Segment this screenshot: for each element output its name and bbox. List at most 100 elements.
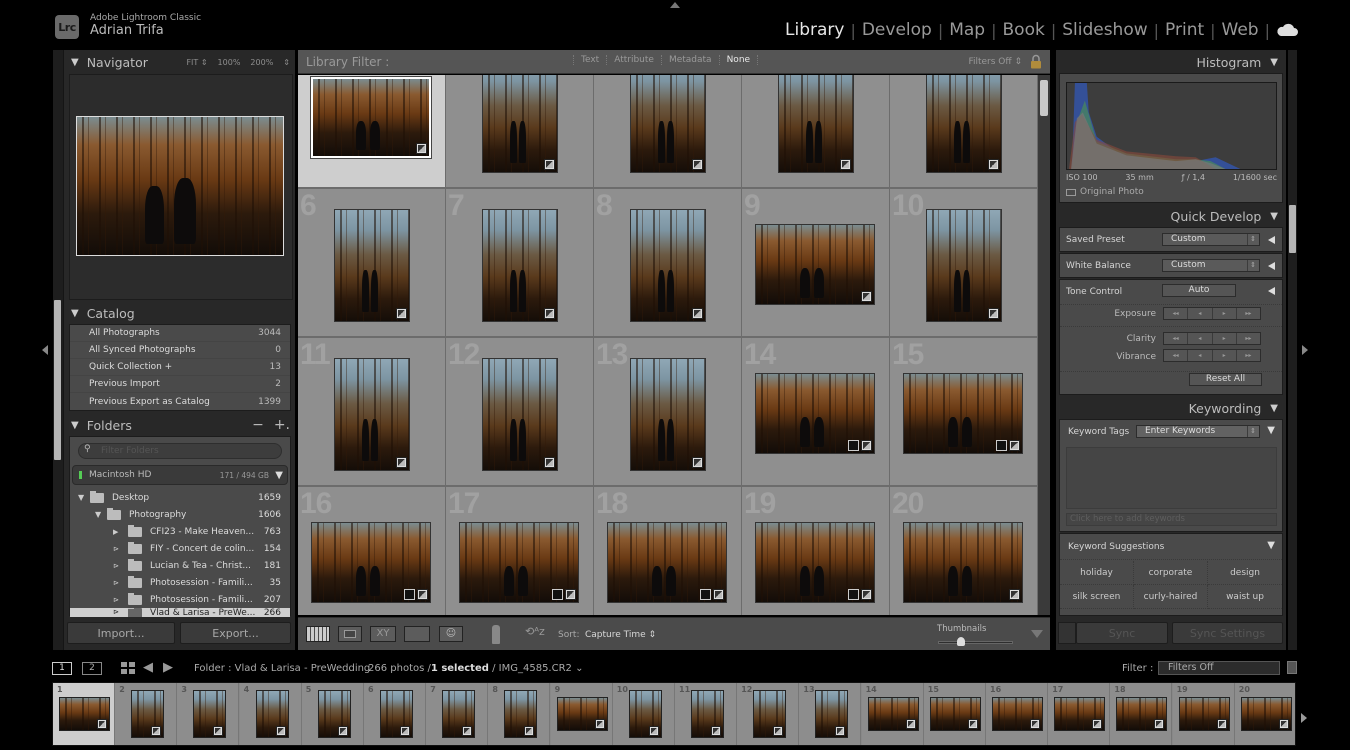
sort-select[interactable]: Capture Time ⇕ [585, 630, 656, 640]
grid-cell[interactable] [594, 75, 742, 189]
right-panel-toggle-icon[interactable] [1302, 345, 1308, 355]
photo-thumbnail[interactable] [903, 522, 1023, 603]
zoom-fit[interactable]: FIT ⇕ [186, 58, 207, 67]
filmstrip-thumbnail[interactable] [193, 690, 227, 738]
folder-item[interactable]: ⊳ Photosession - Famili... 35 [70, 574, 290, 591]
saved-preset-select[interactable]: Custom [1162, 233, 1260, 246]
filmstrip-thumbnail[interactable] [317, 690, 351, 738]
filmstrip-cell[interactable]: 6 [364, 683, 426, 745]
folder-filter-input[interactable]: Filter Folders [78, 443, 282, 459]
filmstrip-thumbnail[interactable] [1178, 697, 1230, 731]
folder-item[interactable]: ▼ Photography 1606 [70, 506, 290, 523]
photo-thumbnail[interactable] [926, 209, 1002, 322]
module-map[interactable]: Map [949, 20, 985, 40]
photo-thumbnail[interactable] [630, 75, 706, 173]
cloud-icon[interactable] [1276, 23, 1298, 37]
grid-scrollbar[interactable] [1038, 75, 1050, 615]
grid-cell[interactable]: 7 [446, 189, 594, 338]
photo-thumbnail[interactable] [311, 522, 431, 603]
keyword-suggestion[interactable]: silk screen [1060, 585, 1134, 609]
clarity-decrease[interactable]: ◂ [1188, 333, 1213, 344]
grid-cell[interactable]: 19 [742, 487, 890, 615]
clarity-increase-large[interactable]: ▸▸ [1236, 333, 1260, 344]
photo-thumbnail[interactable] [630, 358, 706, 471]
filmstrip-cell[interactable]: 17 [1048, 683, 1111, 745]
expand-arrow-icon[interactable] [1268, 236, 1275, 244]
folder-item[interactable]: ▶ CFI23 - Make Heaven... 763 [70, 523, 290, 540]
filmstrip-thumbnail[interactable] [992, 697, 1043, 731]
filter-tab-none[interactable]: None [718, 55, 759, 65]
expand-arrow-icon[interactable] [1268, 287, 1275, 295]
catalog-item[interactable]: All Photographs 3044 [70, 325, 290, 342]
checkbox-icon[interactable] [1066, 188, 1076, 196]
grid-cell[interactable]: 10 [890, 189, 1038, 338]
filmstrip-source[interactable]: Folder : Vlad & Larisa - PreWedding [194, 663, 370, 674]
clarity-increase[interactable]: ▸ [1212, 333, 1237, 344]
expand-triangle-icon[interactable]: ▼ [1267, 540, 1275, 551]
sync-settings-button[interactable]: Sync Settings [1172, 622, 1283, 644]
folder-item[interactable]: ⊳ FIY - Concert de colin... 154 [70, 540, 290, 557]
filmstrip-thumbnail[interactable] [753, 690, 787, 738]
filmstrip-thumbnail[interactable] [380, 690, 413, 738]
zoom-200[interactable]: 200% [250, 58, 273, 67]
zoom-more[interactable]: ⇕ [283, 58, 290, 67]
survey-view-button[interactable] [404, 626, 430, 642]
expand-arrow-icon[interactable] [1268, 262, 1275, 270]
folder-expander-icon[interactable]: ⊳ [113, 579, 128, 587]
filmstrip-thumbnail[interactable] [867, 697, 919, 731]
vibrance-decrease-large[interactable]: ◂◂ [1164, 350, 1189, 361]
auto-sync-toggle[interactable] [1058, 622, 1076, 644]
exposure-decrease[interactable]: ◂ [1188, 308, 1213, 319]
folders-header[interactable]: ▼ Folders − +. [64, 414, 296, 436]
module-slideshow[interactable]: Slideshow [1062, 20, 1147, 40]
filmstrip-cell[interactable]: 7 [426, 683, 489, 745]
painter-icon[interactable] [492, 625, 500, 644]
histogram-header[interactable]: Histogram ▼ [1056, 51, 1286, 73]
filmstrip-cell[interactable]: 13 [799, 683, 862, 745]
folder-item-selected[interactable]: ⊳ Vlad & Larisa - PreWe... 266 [70, 608, 290, 617]
module-develop[interactable]: Develop [862, 20, 932, 40]
folder-expander-icon[interactable]: ▼ [95, 510, 107, 519]
folder-item[interactable]: ⊳ Photosession - Famili... 207 [70, 591, 290, 608]
photo-thumbnail[interactable] [755, 224, 875, 305]
sync-button[interactable]: Sync [1076, 622, 1168, 644]
secondary-window-button[interactable]: 2 [82, 662, 102, 675]
catalog-item[interactable]: Previous Export as Catalog 1399 [70, 393, 290, 410]
folder-expander-icon[interactable]: ⊳ [113, 545, 128, 553]
filmstrip-cell[interactable]: 19 [1172, 683, 1235, 745]
right-panel-scroll-thumb[interactable] [1289, 205, 1296, 253]
main-window-button[interactable]: 1 [52, 662, 72, 675]
module-print[interactable]: Print [1165, 20, 1204, 40]
filmstrip-cell[interactable]: 16 [986, 683, 1048, 745]
filmstrip-cell[interactable]: 2 [115, 683, 178, 745]
filmstrip-filter-lock[interactable] [1287, 661, 1297, 674]
filmstrip-thumbnail[interactable] [1116, 697, 1168, 731]
compare-view-button[interactable]: XY [370, 626, 396, 642]
grid-cell[interactable]: 15 [890, 338, 1038, 487]
filmstrip-thumbnail[interactable] [131, 690, 165, 738]
photo-thumbnail[interactable] [334, 209, 410, 322]
filmstrip-thumbnail[interactable] [442, 690, 476, 738]
left-panel-toggle-icon[interactable] [42, 345, 48, 355]
grid-cell[interactable]: 17 [446, 487, 594, 615]
photo-thumbnail[interactable] [630, 209, 706, 322]
volume-row[interactable]: Macintosh HD 171 / 494 GB ▼ [72, 465, 288, 485]
photo-thumbnail[interactable] [755, 522, 875, 603]
exposure-increase[interactable]: ▸ [1212, 308, 1237, 319]
filmstrip-cell[interactable]: 8 [488, 683, 551, 745]
grid-cell[interactable]: 12 [446, 338, 594, 487]
filter-tab-text[interactable]: Text [573, 55, 606, 65]
keyword-suggestion[interactable]: waist up [1208, 585, 1282, 609]
filmstrip-cell[interactable]: 11 [675, 683, 737, 745]
folder-expander-icon[interactable]: ⊳ [113, 596, 128, 604]
filter-preset-select[interactable]: Filters Off ⇕ [968, 57, 1022, 67]
filmstrip-cell[interactable]: 15 [923, 683, 986, 745]
exposure-decrease-large[interactable]: ◂◂ [1164, 308, 1189, 319]
vibrance-increase[interactable]: ▸ [1212, 350, 1237, 361]
filmstrip-count[interactable]: 266 photos /1 selected / IMG_4585.CR2 ⌄ [368, 663, 583, 674]
filmstrip-thumbnail[interactable] [929, 697, 981, 731]
grid-cell[interactable]: 20 [890, 487, 1038, 615]
add-keywords-input[interactable]: Click here to add keywords [1066, 513, 1277, 526]
left-panel-scroll-thumb[interactable] [54, 300, 61, 460]
photo-thumbnail[interactable] [607, 522, 727, 603]
